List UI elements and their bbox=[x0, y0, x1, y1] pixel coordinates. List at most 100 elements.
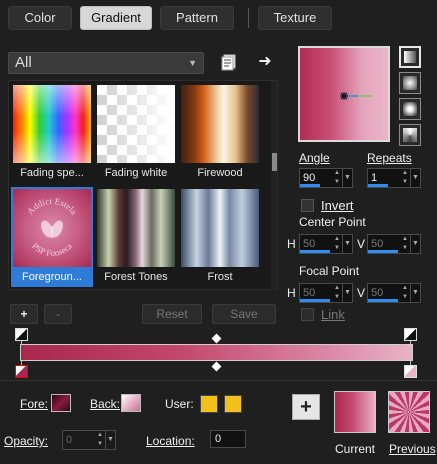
center-v-input[interactable]: 50 ▲ ▼ ▼ bbox=[367, 234, 421, 254]
scrollbar-thumb[interactable] bbox=[272, 153, 277, 171]
gradient-thumbnail bbox=[181, 85, 259, 163]
gradient-thumbnail bbox=[13, 85, 91, 163]
color-stop-left[interactable] bbox=[15, 365, 28, 378]
gradient-thumbnail bbox=[97, 189, 175, 267]
remove-gradient-button[interactable]: - bbox=[44, 304, 72, 324]
invert-label: Invert bbox=[321, 198, 354, 213]
spin-arrows-icon[interactable]: ▲ ▼ bbox=[401, 235, 409, 253]
opacity-label: Opacity: bbox=[4, 434, 49, 448]
invert-checkbox[interactable] bbox=[301, 199, 314, 212]
back-label: Back: bbox=[90, 397, 121, 411]
chevron-down-icon[interactable]: ▼ bbox=[410, 235, 420, 253]
gradient-thumbnail: Addict Estela PSP Fonseca bbox=[13, 189, 91, 267]
reset-button[interactable]: Reset bbox=[142, 304, 202, 324]
gallery-item-label: Frost bbox=[207, 271, 233, 283]
save-button[interactable]: Save bbox=[212, 304, 276, 324]
fore-swatch[interactable] bbox=[51, 394, 71, 412]
center-h-input[interactable]: 50 ▲ ▼ ▼ bbox=[299, 234, 353, 254]
angle-handle-icon bbox=[340, 92, 372, 100]
spin-arrows-icon[interactable]: ▲ ▼ bbox=[401, 284, 409, 302]
focal-point-label: Focal Point bbox=[299, 264, 360, 278]
gradient-thumbnail bbox=[97, 85, 175, 163]
tab-separator bbox=[248, 8, 249, 28]
gallery-item-label: Forest Tones bbox=[104, 271, 168, 283]
tab-texture[interactable]: Texture bbox=[258, 6, 332, 30]
gallery-item-label: Firewood bbox=[197, 167, 243, 179]
focal-h-label: H bbox=[287, 286, 296, 300]
back-swatch[interactable] bbox=[121, 394, 141, 412]
transparency-stop-right[interactable] bbox=[404, 328, 417, 341]
gradient-thumbnail bbox=[181, 189, 259, 267]
previous-gradient-swatch[interactable] bbox=[388, 391, 430, 433]
gradient-preview[interactable] bbox=[298, 46, 390, 142]
category-value: All bbox=[15, 54, 32, 71]
spin-arrows-icon[interactable]: ▲ ▼ bbox=[333, 235, 341, 253]
chevron-down-icon[interactable]: ▼ bbox=[105, 431, 115, 449]
tab-pattern[interactable]: Pattern bbox=[160, 6, 234, 30]
link-checkbox[interactable] bbox=[301, 308, 314, 321]
fore-label: Fore: bbox=[20, 397, 49, 411]
focal-v-input[interactable]: 50 ▲ ▼ ▼ bbox=[367, 283, 421, 303]
gradient-editor-bar[interactable] bbox=[20, 344, 413, 361]
transparency-stop-left[interactable] bbox=[15, 328, 28, 341]
center-v-label: V bbox=[357, 237, 366, 251]
gallery-scrollbar[interactable] bbox=[271, 81, 277, 289]
chevron-down-icon[interactable]: ▼ bbox=[342, 169, 352, 187]
gallery-item-forest-tones[interactable]: Forest Tones bbox=[95, 187, 177, 287]
gallery-item-label: Foregroun... bbox=[22, 271, 82, 283]
current-gradient-swatch[interactable] bbox=[334, 391, 376, 433]
user-swatch-2[interactable] bbox=[224, 395, 242, 413]
linear-style-button[interactable] bbox=[399, 46, 421, 68]
chevron-down-icon: ▼ bbox=[188, 58, 197, 68]
rectangular-style-button[interactable] bbox=[399, 72, 421, 94]
repeats-input[interactable]: 1 ▲ ▼ ▼ bbox=[367, 168, 421, 188]
angle-label: Angle bbox=[299, 151, 330, 165]
spin-arrows-icon[interactable]: ▲ ▼ bbox=[401, 169, 409, 187]
center-point-label: Center Point bbox=[299, 215, 366, 229]
user-label: User: bbox=[165, 397, 194, 411]
sunburst-style-button[interactable] bbox=[399, 98, 421, 120]
spin-arrows-icon[interactable]: ▲ ▼ bbox=[333, 284, 341, 302]
focal-h-input[interactable]: 50 ▲ ▼ ▼ bbox=[299, 283, 353, 303]
current-label: Current bbox=[335, 442, 376, 456]
gallery-item-label: Fading white bbox=[104, 167, 168, 179]
chevron-down-icon[interactable]: ▼ bbox=[410, 284, 420, 302]
repeats-label: Repeats bbox=[367, 151, 412, 165]
angle-input[interactable]: 90 ▲ ▼ ▼ bbox=[299, 168, 353, 188]
transparency-midpoint[interactable] bbox=[211, 333, 222, 344]
opacity-input[interactable]: 0 ▲ ▼ ▼ bbox=[62, 430, 116, 450]
color-midpoint[interactable] bbox=[211, 361, 222, 372]
section-divider bbox=[0, 380, 437, 381]
location-label: Location: bbox=[146, 434, 195, 448]
gradient-gallery: Fading spe... Fading white Firewood Addi… bbox=[8, 80, 278, 290]
svg-text:Addict Estela: Addict Estela bbox=[25, 196, 79, 216]
gallery-item-frost[interactable]: Frost bbox=[179, 187, 261, 287]
radial-style-button[interactable] bbox=[399, 124, 421, 146]
chevron-down-icon[interactable]: ▼ bbox=[342, 284, 352, 302]
chevron-down-icon[interactable]: ▼ bbox=[342, 235, 352, 253]
spin-arrows-icon[interactable]: ▲ ▼ bbox=[333, 169, 341, 187]
chevron-down-icon[interactable]: ▼ bbox=[410, 169, 420, 187]
location-input[interactable]: 0 bbox=[210, 430, 246, 448]
add-gradient-button[interactable]: + bbox=[10, 304, 38, 324]
tab-color[interactable]: Color bbox=[8, 6, 72, 30]
center-h-label: H bbox=[287, 237, 296, 251]
add-to-swatches-button[interactable]: + bbox=[292, 394, 320, 420]
watermark: Addict Estela PSP Fonseca bbox=[25, 196, 79, 258]
gallery-item-firewood[interactable]: Firewood bbox=[179, 83, 261, 183]
gallery-item-fading-spectrum[interactable]: Fading spe... bbox=[11, 83, 93, 183]
focal-v-label: V bbox=[357, 286, 366, 300]
category-dropdown[interactable]: All ▼ bbox=[8, 52, 204, 74]
previous-label: Previous bbox=[389, 442, 436, 456]
arrow-right-icon[interactable]: ➜ bbox=[256, 53, 274, 71]
gallery-item-foreground[interactable]: Addict Estela PSP Fonseca Foregroun... bbox=[11, 187, 93, 287]
gallery-item-label: Fading spe... bbox=[20, 167, 84, 179]
gallery-item-fading-white[interactable]: Fading white bbox=[95, 83, 177, 183]
user-swatch-1[interactable] bbox=[200, 395, 218, 413]
swatch-book-icon[interactable] bbox=[220, 53, 238, 71]
color-stop-right[interactable] bbox=[404, 365, 417, 378]
svg-text:PSP Fonseca: PSP Fonseca bbox=[30, 241, 74, 258]
tab-gradient[interactable]: Gradient bbox=[80, 6, 152, 30]
link-label: Link bbox=[321, 307, 345, 322]
spin-arrows-icon[interactable]: ▲ ▼ bbox=[96, 431, 104, 449]
